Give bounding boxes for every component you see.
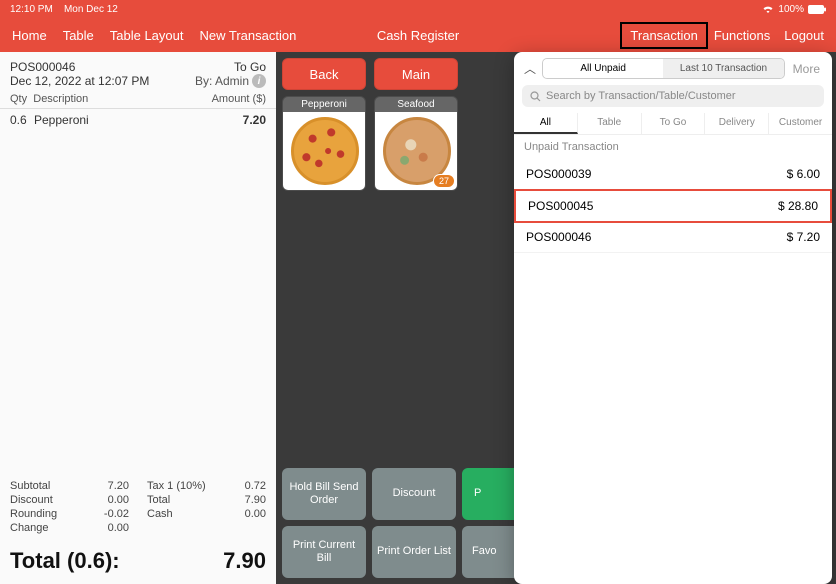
pepperoni-image [291,117,359,185]
discount-val: 0.00 [83,494,129,506]
subtotal-label: Subtotal [10,480,83,492]
battery-text: 100% [778,4,804,15]
more-button[interactable]: More [789,62,824,76]
change-val: 0.00 [83,522,129,534]
total2-label: Total [129,494,220,506]
product-tile-pepperoni[interactable]: Pepperoni [282,96,366,191]
nav-transaction[interactable]: Transaction [620,22,707,49]
transaction-row[interactable]: POS000039 $ 6.00 [514,159,832,190]
rounding-val: -0.02 [83,508,129,520]
tab-togo[interactable]: To Go [642,113,706,134]
transaction-row[interactable]: POS000046 $ 7.20 [514,222,832,253]
grand-total-label: Total (0.6): [10,548,120,574]
tab-customer[interactable]: Customer [769,113,832,134]
cash-val: 0.00 [220,508,266,520]
stock-badge: 27 [433,174,455,188]
search-input[interactable]: Search by Transaction/Table/Customer [522,85,824,107]
filter-tabs: All Table To Go Delivery Customer [514,113,832,135]
search-icon [530,91,541,102]
cash-label: Cash [129,508,220,520]
info-icon[interactable]: i [252,74,266,88]
nav-home[interactable]: Home [12,28,47,43]
txn-amount: $ 28.80 [778,199,818,213]
change-label: Change [10,522,83,534]
print-order-list-button[interactable]: Print Order List [372,526,456,578]
receipt-by: By: Admin [195,74,249,88]
tab-table[interactable]: Table [578,113,642,134]
battery-icon [808,5,826,14]
status-date: Mon Dec 12 [64,4,118,15]
receipt-item[interactable]: 0.6 Pepperoni 7.20 [10,113,266,127]
grand-total-val: 7.90 [223,548,266,574]
nav-logout[interactable]: Logout [784,28,824,43]
nav-table-layout[interactable]: Table Layout [110,28,184,43]
receipt-mode: To Go [234,60,266,74]
segment-last-10[interactable]: Last 10 Transaction [663,59,783,78]
print-current-bill-button[interactable]: Print Current Bill [282,526,366,578]
tax-label: Tax 1 (10%) [129,480,220,492]
page-title: Cash Register [377,28,459,43]
status-time: 12:10 PM [10,4,53,15]
search-placeholder: Search by Transaction/Table/Customer [546,90,736,102]
tab-all[interactable]: All [514,113,578,134]
main-button[interactable]: Main [374,58,458,90]
txn-amount: $ 7.20 [787,230,820,244]
status-bar: 12:10 PM Mon Dec 12 100% [0,0,836,18]
item-desc: Pepperoni [34,113,243,127]
tax-val: 0.72 [220,480,266,492]
subtotal-val: 7.20 [83,480,129,492]
txn-id: POS000039 [526,167,591,181]
tab-delivery[interactable]: Delivery [705,113,769,134]
transaction-popover: ︿ All Unpaid Last 10 Transaction More Se… [514,52,832,584]
segment-control: All Unpaid Last 10 Transaction [542,58,785,79]
segment-all-unpaid[interactable]: All Unpaid [543,59,663,78]
receipt-panel: POS000046 To Go Dec 12, 2022 at 12:07 PM… [0,52,276,584]
product-label: Seafood [375,97,457,112]
wifi-icon [762,4,774,14]
nav-new-transaction[interactable]: New Transaction [200,28,297,43]
col-qty: Qty [10,93,27,105]
receipt-order-id: POS000046 [10,60,75,74]
total2-val: 7.90 [220,494,266,506]
discount-label: Discount [10,494,83,506]
txn-id: POS000045 [528,199,593,213]
col-desc: Description [33,93,88,105]
txn-amount: $ 6.00 [787,167,820,181]
txn-id: POS000046 [526,230,591,244]
transaction-row[interactable]: POS000045 $ 28.80 [514,189,832,223]
col-amount: Amount ($) [212,93,266,105]
receipt-timestamp: Dec 12, 2022 at 12:07 PM [10,74,149,88]
section-header: Unpaid Transaction [514,135,832,159]
hold-bill-button[interactable]: Hold Bill Send Order [282,468,366,520]
rounding-label: Rounding [10,508,83,520]
nav-table[interactable]: Table [63,28,94,43]
transaction-list: POS000039 $ 6.00 POS000045 $ 28.80 POS000046… [514,159,832,253]
item-amount: 7.20 [243,113,266,127]
item-qty: 0.6 [10,113,34,127]
back-button[interactable]: Back [282,58,366,90]
chevron-up-icon[interactable]: ︿ [522,60,538,77]
discount-button[interactable]: Discount [372,468,456,520]
nav-functions[interactable]: Functions [714,28,770,43]
product-label: Pepperoni [283,97,365,112]
nav-bar: Home Table Table Layout New Transaction … [0,18,836,52]
product-tile-seafood[interactable]: Seafood 27 [374,96,458,191]
